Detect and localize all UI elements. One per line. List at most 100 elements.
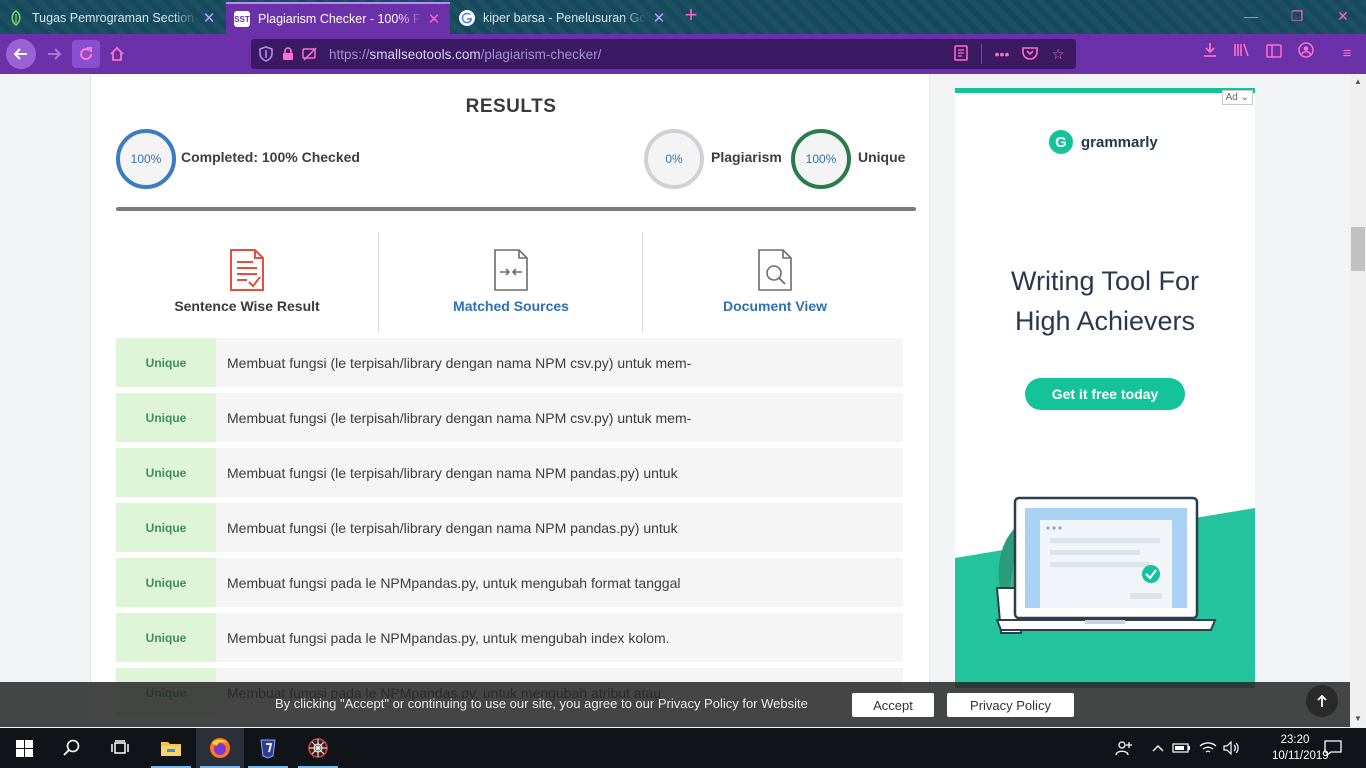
divider (642, 232, 643, 332)
lock-icon[interactable] (277, 43, 299, 65)
grammarly-g-icon: G (1049, 130, 1073, 154)
forward-button[interactable] (40, 40, 68, 68)
accept-cookies-button[interactable]: Accept (852, 693, 934, 717)
scroll-to-top-button[interactable] (1306, 685, 1338, 717)
ad-headline-line-2: High Achievers (1014, 306, 1196, 336)
app-button[interactable] (294, 728, 342, 768)
file-explorer-button[interactable] (147, 728, 195, 768)
completed-label: Completed: 100% Checked (181, 149, 360, 165)
divider (378, 232, 379, 332)
close-tab-icon[interactable]: ✕ (426, 10, 442, 28)
sentence-text: Membuat fungsi (le terpisah/library deng… (227, 519, 678, 536)
reader-view-icon[interactable] (947, 44, 975, 64)
task-view-button[interactable] (96, 728, 144, 768)
tab-document-view[interactable]: Document View (644, 234, 906, 332)
app-shield-icon (260, 739, 276, 759)
home-button[interactable] (103, 40, 131, 68)
permissions-icon[interactable] (299, 43, 321, 65)
cookie-consent-banner: By clicking "Accept" or continuing to us… (0, 682, 1350, 727)
bookmark-star-icon[interactable]: ☆ (1044, 46, 1072, 63)
url-domain: smallseotools.com (369, 46, 481, 62)
url-path: /plagiarism-checker/ (480, 46, 602, 62)
sentence-text: Membuat fungsi (le terpisah/library deng… (227, 354, 692, 371)
restore-icon[interactable]: ❐ (1287, 6, 1307, 26)
downloads-icon[interactable] (1198, 42, 1222, 66)
start-button[interactable] (0, 728, 48, 768)
sidebar-icon[interactable] (1262, 42, 1286, 66)
account-icon[interactable] (1294, 42, 1318, 66)
page-scrollbar[interactable]: ▲ ▼ (1350, 74, 1366, 727)
google-icon (459, 10, 475, 26)
unique-label: Unique (858, 149, 906, 165)
library-icon[interactable] (1230, 42, 1254, 66)
scrollbar-thumb[interactable] (1351, 227, 1365, 271)
tab-title: Plagiarism Checker - 100% Free (258, 12, 422, 26)
home-icon (110, 46, 124, 61)
chevron-down-icon: ⌄ (1240, 92, 1249, 103)
people-icon[interactable] (1113, 728, 1135, 768)
minimize-icon[interactable]: — (1241, 6, 1261, 26)
tab-sentence-wise-result[interactable]: Sentence Wise Result (116, 234, 378, 332)
tab-google-search[interactable]: kiper barsa - Penelusuran Google ✕ (451, 2, 675, 34)
windows-logo-icon (15, 739, 33, 757)
document-compare-icon (491, 248, 531, 292)
tab-strip: Tugas Pemrograman Section 4 ✕ SST Plagia… (0, 0, 1366, 34)
sst-icon: SST (234, 11, 250, 27)
sentence-row[interactable]: Unique Membuat fungsi (le terpisah/libra… (116, 393, 903, 442)
plagiarism-circle: 0% (644, 129, 704, 189)
scroll-down-arrow-icon[interactable]: ▼ (1350, 711, 1366, 727)
address-bar[interactable]: https://smallseotools.com/plagiarism-che… (251, 39, 1076, 69)
clock-date: 10/11/2019 (1272, 750, 1329, 762)
system-clock[interactable]: 23:20 10/11/2019 (1272, 732, 1329, 764)
results-title: RESULTS (465, 96, 557, 117)
url-separator (981, 44, 982, 64)
sentence-row[interactable]: Unique Membuat fungsi pada le NPMpandas.… (116, 613, 903, 662)
app-button[interactable] (244, 728, 292, 768)
status-badge: Unique (116, 558, 216, 607)
task-view-icon (111, 740, 129, 754)
navigation-toolbar: https://smallseotools.com/plagiarism-che… (0, 34, 1366, 74)
ad-badge-label: Ad (1225, 92, 1238, 103)
sentence-row[interactable]: Unique Membuat fungsi (le terpisah/libra… (116, 338, 903, 387)
close-tab-icon[interactable]: ✕ (651, 9, 667, 27)
tab-title: Tugas Pemrograman Section 4 (32, 11, 197, 25)
laptop-illustration (955, 438, 1255, 688)
ad-headline-line-1: Writing Tool For (1010, 266, 1200, 296)
firefox-button[interactable] (196, 728, 244, 768)
search-button[interactable] (48, 728, 96, 768)
menu-icon[interactable]: ≡ (1335, 42, 1359, 66)
show-hidden-icons-chevron-up-icon[interactable] (1150, 728, 1166, 768)
arrow-left-icon (13, 48, 27, 60)
reload-button[interactable] (72, 40, 100, 68)
tab-label: Document View (723, 298, 827, 314)
tab-tugas[interactable]: Tugas Pemrograman Section 4 ✕ (0, 2, 225, 34)
wifi-icon[interactable] (1198, 728, 1218, 768)
sentence-text: Membuat fungsi pada le NPMpandas.py, unt… (227, 574, 681, 591)
privacy-policy-button[interactable]: Privacy Policy (947, 693, 1074, 717)
close-window-icon[interactable]: ✕ (1333, 6, 1353, 26)
battery-icon[interactable] (1172, 728, 1192, 768)
url-text[interactable]: https://smallseotools.com/plagiarism-che… (329, 47, 947, 62)
document-check-icon (227, 248, 267, 292)
ad-choices-button[interactable]: Ad ⌄ (1221, 90, 1253, 105)
get-it-free-button[interactable]: Get it free today (1025, 378, 1185, 410)
sentence-row[interactable]: Unique Membuat fungsi (le terpisah/libra… (116, 503, 903, 552)
action-center-icon[interactable] (1322, 728, 1344, 768)
shield-icon[interactable] (255, 43, 277, 65)
volume-icon[interactable] (1222, 728, 1242, 768)
tab-matched-sources[interactable]: Matched Sources (380, 234, 642, 332)
new-tab-button[interactable]: + (679, 4, 703, 28)
pocket-icon[interactable] (1016, 46, 1044, 63)
grammarly-ad[interactable]: Ad ⌄ G grammarly Writing Tool For High A… (955, 88, 1255, 688)
completion-progress-bar (116, 207, 916, 211)
tab-plagiarism-checker[interactable]: SST Plagiarism Checker - 100% Free ✕ (226, 2, 450, 34)
page-actions-icon[interactable]: ••• (988, 46, 1016, 62)
sentence-row[interactable]: Unique Membuat fungsi pada le NPMpandas.… (116, 558, 903, 607)
close-tab-icon[interactable]: ✕ (201, 9, 217, 27)
status-badge: Unique (116, 393, 216, 442)
plagiarism-label: Plagiarism (711, 149, 782, 165)
sentence-row[interactable]: Unique Membuat fungsi (le terpisah/libra… (116, 448, 903, 497)
back-button[interactable] (6, 39, 36, 69)
sentence-text: Membuat fungsi (le terpisah/library deng… (227, 409, 692, 426)
scroll-up-arrow-icon[interactable]: ▲ (1350, 74, 1366, 90)
